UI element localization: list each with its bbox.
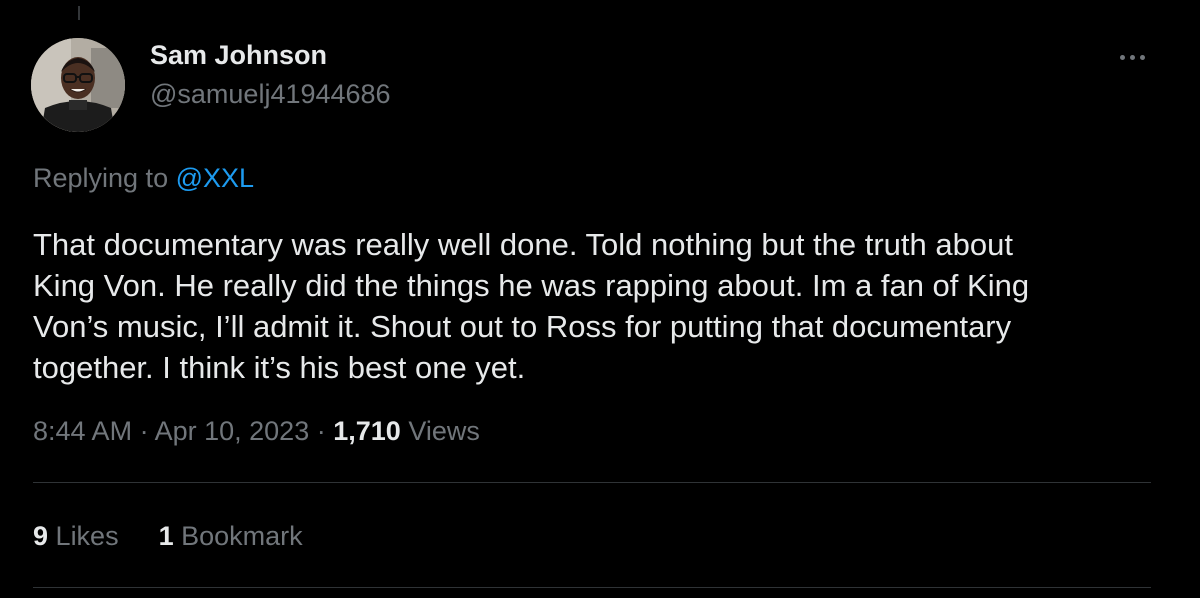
likes-count: 9 [33, 521, 49, 551]
divider [33, 587, 1151, 588]
avatar-image [31, 38, 125, 132]
avatar[interactable] [31, 38, 125, 132]
bookmarks-count: 1 [158, 521, 174, 551]
more-options-button[interactable] [1108, 40, 1156, 74]
author-name[interactable]: Sam Johnson [150, 40, 327, 71]
more-horizontal-icon-dot [1139, 54, 1145, 60]
author-handle[interactable]: @samuelj41944686 [150, 79, 391, 110]
meta-separator: · [316, 416, 326, 446]
meta-separator: · [139, 416, 149, 446]
replying-to: Replying to @XXL [33, 163, 254, 194]
tweet-date[interactable]: Apr 10, 2023 [155, 416, 310, 446]
engagement-stats: 9 Likes 1 Bookmark [33, 521, 303, 552]
tweet-time[interactable]: 8:44 AM [33, 416, 132, 446]
reply-target-link[interactable]: @XXL [176, 163, 254, 193]
tweet-text-line: Von’s music, I’ll admit it. Shout out to… [33, 309, 1012, 344]
likes-label: Likes [55, 521, 119, 551]
more-horizontal-icon-dot [1129, 54, 1135, 60]
thread-connector-line [78, 6, 80, 20]
views-label: Views [408, 416, 480, 446]
likes-stat[interactable]: 9 Likes [33, 521, 119, 552]
tweet-text-line: That documentary was really well done. T… [33, 227, 1013, 262]
more-horizontal-icon [1119, 54, 1125, 60]
tweet-meta: 8:44 AM · Apr 10, 2023 · 1,710 Views [33, 416, 480, 447]
divider [33, 482, 1151, 483]
bookmarks-label: Bookmark [181, 521, 303, 551]
tweet-text-line: together. I think it’s his best one yet. [33, 350, 526, 385]
tweet-text-line: King Von. He really did the things he wa… [33, 268, 1030, 303]
replying-to-label: Replying to [33, 163, 169, 193]
bookmarks-stat[interactable]: 1 Bookmark [159, 521, 303, 552]
views-count: 1,710 [333, 416, 401, 446]
tweet-text: That documentary was really well done. T… [33, 224, 1163, 388]
